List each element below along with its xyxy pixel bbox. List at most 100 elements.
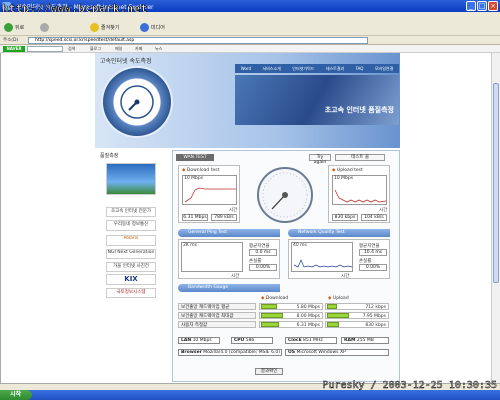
upload-panel: ◆ Upload test 10 Mbps 시간 830 kbps 104 kB…	[328, 165, 390, 223]
minimize-button[interactable]: _	[466, 1, 476, 11]
speed-gauge	[255, 165, 315, 225]
download-value: 5.80 Mbps	[296, 305, 320, 310]
confirm-result-button[interactable]: 결과확인	[255, 368, 283, 375]
download-bar: 8.00 Mbps	[259, 312, 323, 319]
sidebar-link[interactable]: KIX	[106, 274, 156, 285]
network-panel: 40 ms 평균지연율 10.4 ms 손실률 0.00% 시간	[288, 239, 390, 279]
bandwidth-row-label: 사용자 측정값	[178, 321, 256, 328]
hero-title: 초고속 인터넷 품질측정	[324, 106, 394, 114]
upload-value: 830 kbps	[365, 323, 386, 328]
naver-item[interactable]: 카페	[135, 46, 142, 52]
back-arrow-icon	[4, 23, 13, 32]
test-panel: WAN TEST Try again 테스트 꼴 ◆ Download test…	[172, 150, 400, 382]
upload-value: 7.95 Mbps	[362, 314, 386, 319]
network-latency: 10.4 ms	[359, 249, 387, 256]
ping-loss: 0.00%	[249, 264, 277, 271]
back-button[interactable]: 뒤로	[4, 23, 24, 33]
bandwidth-gauge-header: Bandwidth Gauge	[178, 284, 280, 292]
upload-bar-fill	[327, 304, 337, 309]
naver-item[interactable]: 메일	[115, 46, 122, 52]
upload-bar: 7.95 Mbps	[325, 312, 389, 319]
browser-toolbar: 뒤로 즐겨찾기 미디어	[0, 20, 500, 36]
naver-toolbar: NAVER 검색 블로그 메일 카페 뉴스	[0, 45, 500, 53]
vertical-scrollbar[interactable]	[491, 53, 500, 383]
nav-item[interactable]: 테스트결과	[326, 66, 344, 72]
upload-bytes: 104 kB/s	[361, 214, 387, 221]
naver-item[interactable]: 블로그	[90, 46, 101, 52]
ping-panel: 2K ms 평균지연율 0.0 ms 손실률 0.00% 시간	[178, 239, 280, 279]
sidebar-link[interactable]: 가을 인터넷 사진전	[106, 262, 156, 272]
close-button[interactable]: ×	[488, 1, 498, 11]
upload-value: 712 kbps	[365, 305, 386, 310]
media-button[interactable]: 미디어	[140, 23, 165, 33]
nav-item[interactable]: Word	[241, 66, 251, 71]
download-bar-fill	[261, 304, 277, 309]
download-graph: 10 Mbps	[182, 175, 237, 205]
sidebar-link[interactable]: Polaris	[106, 235, 156, 246]
star-icon	[90, 23, 99, 32]
upload-bar: 712 kbps	[325, 303, 389, 310]
upload-bar-fill	[327, 313, 349, 318]
address-input[interactable]: http://speed.scsi.or.kr/speedtest/defaul…	[28, 37, 368, 44]
nav-item[interactable]: FAQ	[356, 66, 364, 71]
sidebar-link[interactable]: 국토정보시스템	[106, 288, 156, 298]
sidebar-link[interactable]: 우리동네 정보통신	[106, 220, 156, 231]
download-speed: 6.31 Mbps	[182, 214, 208, 221]
dial-icon	[120, 85, 154, 119]
cpu-info: CPU 586	[231, 337, 273, 344]
favorites-button[interactable]: 즐겨찾기	[90, 23, 119, 33]
bandwidth-upload-label: ◆ Upload	[328, 296, 349, 301]
naver-logo[interactable]: NAVER	[3, 46, 25, 52]
download-test-label: ◆ Download test	[182, 168, 220, 173]
nav-item[interactable]: 인터넷가이드	[292, 66, 314, 72]
sidebar-link[interactable]: NGI Next Generation	[106, 249, 156, 259]
sidebar-banner-globe[interactable]	[106, 163, 156, 195]
upload-bar: 830 kbps	[325, 321, 389, 328]
site-header: 고속인터넷 속도측정 Word 서비스소개 인터넷가이드 테스트결과 FAQ 모…	[95, 53, 400, 148]
address-bar: 주소(D) http://speed.scsi.or.kr/speedtest/…	[0, 36, 500, 45]
clock-info: Clock 851 MHz	[285, 337, 337, 344]
network-loss: 0.00%	[359, 264, 387, 271]
scroll-thumb[interactable]	[493, 83, 499, 283]
download-bytes: 789 kB/s	[211, 214, 237, 221]
nav-item[interactable]: 서비스소개	[262, 66, 280, 72]
naver-item[interactable]: 검색	[68, 46, 75, 52]
upload-line-graph	[334, 189, 387, 203]
naver-search-input[interactable]	[27, 46, 63, 52]
sidebar-link[interactable]: 초고속 인터넷 전문가	[106, 207, 156, 217]
network-line-graph	[293, 259, 353, 268]
bandwidth-row-label: 보건출망 캐드웨이엄 평균	[178, 303, 256, 310]
taskbar: 시작	[0, 390, 500, 400]
tab-wan-test[interactable]: WAN TEST	[176, 154, 214, 161]
bandwidth-row-label: 보건출망 캐드웨이엄 최대값	[178, 312, 256, 319]
maximize-button[interactable]: □	[477, 1, 487, 11]
naver-item[interactable]: 뉴스	[155, 46, 162, 52]
upload-graph: 10 Mbps	[332, 175, 387, 205]
nav-item[interactable]: 모바일연결	[375, 66, 393, 72]
ping-latency: 0.0 ms	[249, 249, 277, 256]
upload-speed: 830 kbps	[332, 214, 358, 221]
download-value: 8.00 Mbps	[296, 314, 320, 319]
os-info: OS Microsoft Windows XP	[285, 349, 389, 356]
start-button[interactable]: 시작	[0, 390, 32, 400]
ping-graph: 2K ms	[181, 242, 243, 272]
forward-button[interactable]	[40, 23, 51, 33]
menu-bar	[0, 12, 500, 20]
try-again-button[interactable]: Try again	[309, 154, 331, 165]
print-button[interactable]: 테스트 꼴	[335, 154, 385, 161]
site-brand[interactable]: 고속인터넷 속도측정	[100, 56, 152, 65]
download-value: 6.31 Mbps	[296, 323, 320, 328]
upload-test-label: ◆ Upload test	[332, 168, 363, 173]
hero-image: 초고속 인터넷 품질측정	[235, 75, 399, 125]
ram-info: RAM 255 MB	[341, 337, 389, 344]
general-ping-test-header: General Ping Test	[178, 229, 280, 237]
upload-bar-fill	[327, 322, 339, 327]
download-panel: ◆ Download test 10 Mbps 시간 6.31 Mbps 789…	[178, 165, 240, 223]
sidebar-title: 품질측정	[100, 153, 119, 159]
media-icon	[140, 23, 149, 32]
gauge-dial-icon	[257, 167, 313, 223]
timestamp-stamp: Puresky / 2003-12-25 10:30:35	[322, 380, 497, 392]
speed-dial-logo	[103, 68, 171, 136]
site-top-nav: Word 서비스소개 인터넷가이드 테스트결과 FAQ 모바일연결	[235, 64, 399, 73]
download-bar-fill	[261, 322, 279, 327]
